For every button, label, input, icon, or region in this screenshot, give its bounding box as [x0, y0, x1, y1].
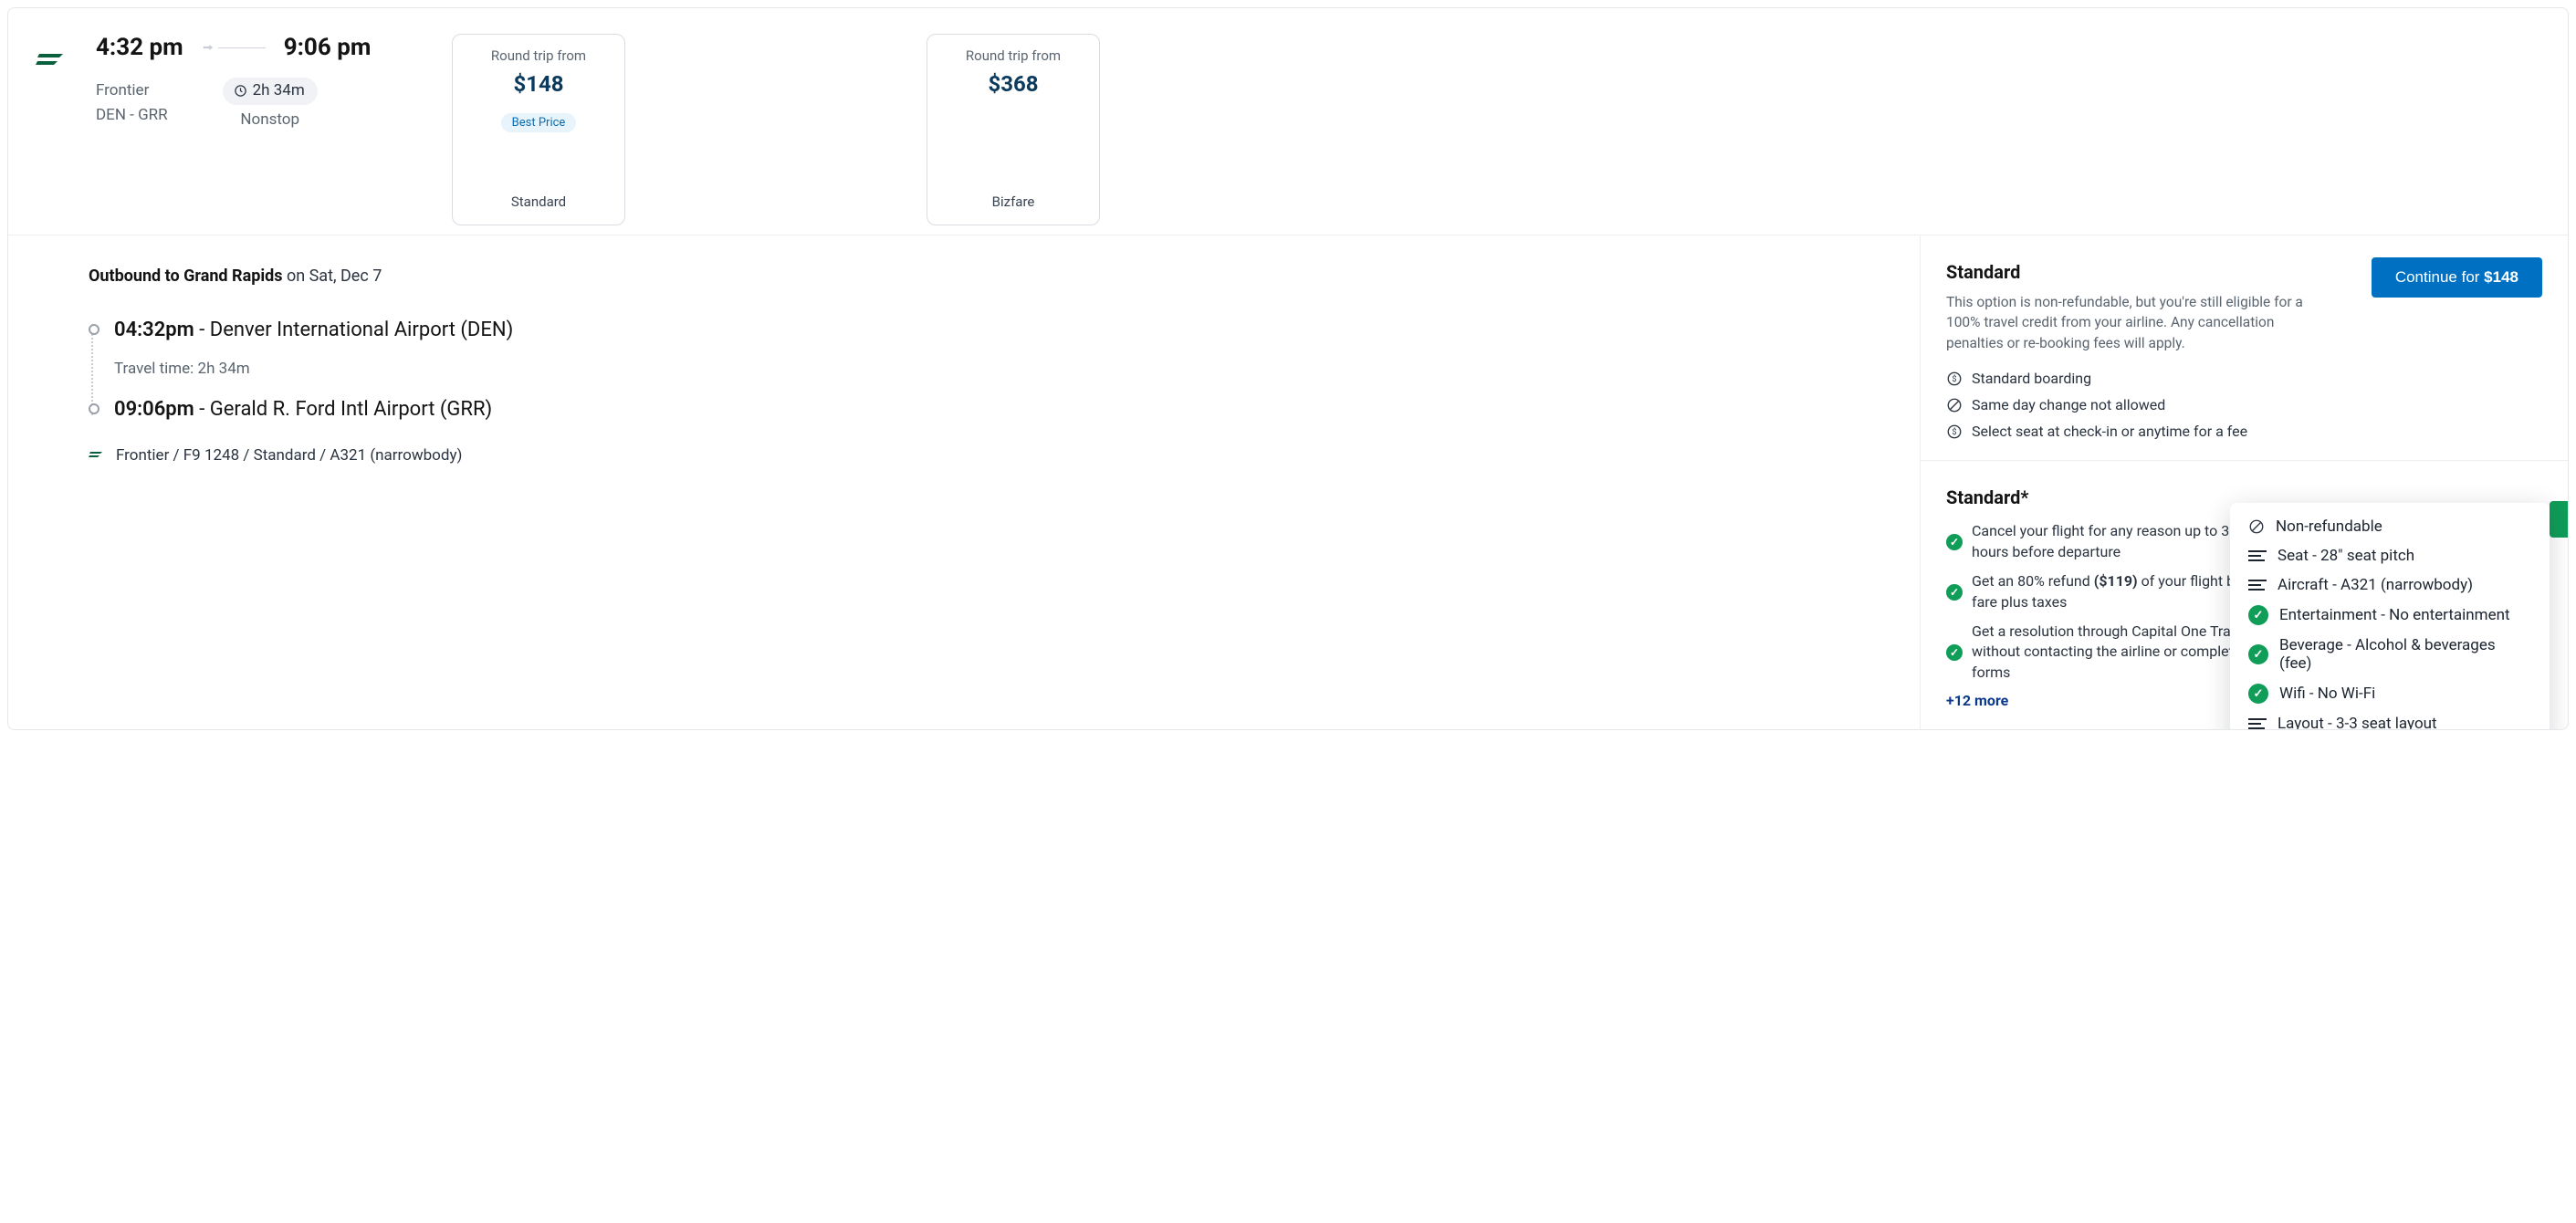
outbound-heading: Outbound to Grand Rapids on Sat, Dec 7	[89, 267, 1883, 286]
lines-icon	[2248, 718, 2267, 729]
check-icon	[2248, 644, 2268, 664]
lines-icon	[2248, 550, 2267, 561]
fare-standard-star-section: Standard* Cancel your flight for any rea…	[1921, 461, 2568, 729]
fare-label: Round trip from	[491, 47, 586, 64]
amenity-item: Seat - 28" seat pitch	[2248, 547, 2531, 565]
depart-time: 4:32 pm	[96, 34, 183, 61]
amenity-item: Non-refundable	[2248, 517, 2531, 536]
travel-time: Travel time: 2h 34m	[114, 360, 1883, 378]
route-codes: DEN - GRR	[96, 103, 168, 128]
fare-card-bizfare[interactable]: Round trip from $368 Bizfare	[927, 34, 1100, 225]
fare-feature-list: $Standard boarding Same day change not al…	[1946, 370, 2542, 440]
continue-button[interactable]: Continue for $148	[2372, 257, 2542, 298]
fare-name: Bizfare	[992, 175, 1035, 210]
amenity-item: Aircraft - A321 (narrowbody)	[2248, 576, 2531, 594]
best-price-badge: Best Price	[501, 113, 577, 132]
clock-icon	[234, 84, 247, 98]
dollar-icon: $	[1946, 423, 1963, 440]
arrival-line: 09:06pm - Gerald R. Ford Intl Airport (G…	[114, 398, 1883, 421]
amenities-popover: Non-refundable Seat - 28" seat pitch Aircr…	[2230, 503, 2550, 730]
amenity-item: Wifi - No Wi-Fi	[2248, 684, 2531, 704]
summary-row: 4:32 pm 9:06 pm Frontier DEN - GRR 2h 34…	[8, 8, 2568, 235]
fare-card-standard[interactable]: Round trip from $148 Best Price Standard	[452, 34, 625, 225]
feature-item: $Select seat at check-in or anytime for …	[1946, 423, 2542, 440]
flight-result-card: 4:32 pm 9:06 pm Frontier DEN - GRR 2h 34…	[7, 7, 2569, 730]
amenity-item: Beverage - Alcohol & beverages (fee)	[2248, 636, 2531, 673]
stops-label: Nonstop	[240, 110, 299, 129]
more-link[interactable]: +12 more	[1946, 692, 2008, 709]
ban-icon	[2248, 518, 2265, 535]
fare-detail-panel: Standard Continue for $148 This option i…	[1920, 235, 2568, 729]
fare-description: This option is non-refundable, but you'r…	[1946, 292, 2311, 353]
arrive-time: 9:06 pm	[284, 34, 372, 61]
dollar-icon: $	[1946, 371, 1963, 387]
amenity-item: Entertainment - No entertainment	[2248, 605, 2531, 625]
check-icon	[1946, 534, 1963, 550]
feature-item: $Standard boarding	[1946, 370, 2542, 387]
ban-icon	[1946, 397, 1963, 413]
svg-text:$: $	[1952, 427, 1956, 437]
duration-pill: 2h 34m	[223, 78, 318, 105]
duration-text: 2h 34m	[253, 81, 305, 99]
feature-item: Same day change not allowed	[1946, 396, 2542, 413]
svg-text:$: $	[1952, 374, 1956, 384]
lines-icon	[2248, 580, 2267, 591]
check-icon	[2248, 684, 2268, 704]
fare-price: $368	[988, 71, 1038, 97]
plane-icon	[202, 41, 215, 54]
partial-green-button[interactable]	[2550, 501, 2569, 538]
fare-cards: Round trip from $148 Best Price Standard…	[452, 34, 1100, 225]
departure-line: 04:32pm - Denver International Airport (…	[114, 319, 1883, 341]
flight-times-block: 4:32 pm 9:06 pm Frontier DEN - GRR 2h 34…	[96, 34, 406, 129]
detail-row: Outbound to Grand Rapids on Sat, Dec 7 0…	[8, 235, 2568, 729]
amenity-item: Layout - 3-3 seat layout	[2248, 715, 2531, 730]
flight-path-line	[202, 41, 266, 54]
airline-logo-icon	[36, 43, 68, 76]
itinerary-panel: Outbound to Grand Rapids on Sat, Dec 7 0…	[8, 235, 1920, 729]
fare-price: $148	[513, 71, 563, 97]
fare-label: Round trip from	[966, 47, 1061, 64]
fare-name: Standard	[511, 175, 566, 210]
check-icon	[2248, 605, 2268, 625]
airline-logo-small-icon	[89, 446, 105, 465]
flight-meta: Frontier / F9 1248 / Standard / A321 (na…	[89, 446, 1883, 465]
check-icon	[1946, 584, 1963, 601]
fare-standard-section: Standard Continue for $148 This option i…	[1921, 235, 2568, 461]
airline-name: Frontier	[96, 78, 168, 103]
check-icon	[1946, 644, 1963, 661]
